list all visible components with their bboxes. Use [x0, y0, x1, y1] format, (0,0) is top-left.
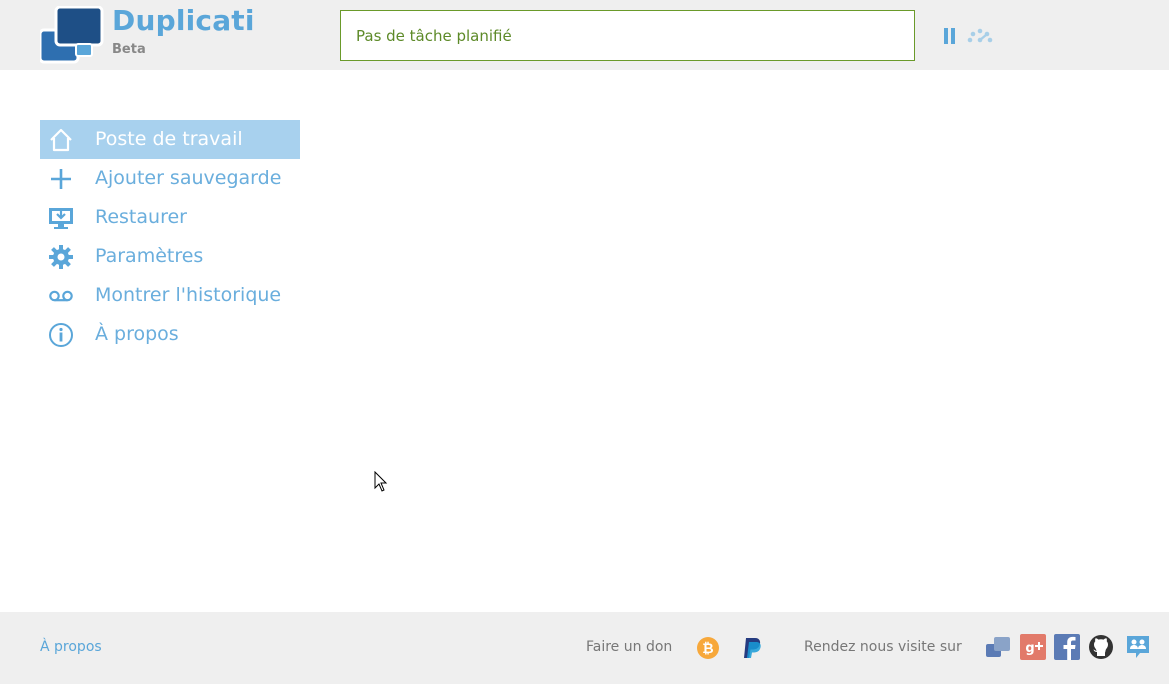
status-text: Pas de tâche planifié — [356, 27, 512, 45]
svg-text:₿: ₿ — [702, 641, 713, 657]
nav-item-label: À propos — [95, 323, 179, 345]
app-title: Duplicati — [112, 4, 255, 37]
sidebar-nav: Poste de travail Ajouter sauvegarde Rest… — [40, 120, 300, 354]
duplicati-forum-icon[interactable] — [985, 634, 1011, 660]
facebook-icon[interactable] — [1054, 634, 1080, 660]
nav-item-home[interactable]: Poste de travail — [40, 120, 300, 159]
main-content: Poste de travail Ajouter sauvegarde Rest… — [0, 70, 1169, 612]
home-icon — [50, 128, 72, 152]
nav-item-history[interactable]: Montrer l'historique — [40, 276, 300, 315]
footer-about-link[interactable]: À propos — [40, 639, 102, 655]
info-icon — [49, 323, 73, 347]
gear-icon — [49, 245, 73, 269]
footer-donate-label: Faire un don — [586, 639, 673, 655]
nav-item-label: Ajouter sauvegarde — [95, 167, 282, 189]
nav-item-restore[interactable]: Restaurer — [40, 198, 300, 237]
throttle-icon[interactable] — [965, 26, 995, 46]
github-icon[interactable] — [1088, 634, 1114, 660]
duplicati-logo-icon[interactable] — [40, 6, 104, 64]
nav-item-settings[interactable]: Paramètres — [40, 237, 300, 276]
google-plus-icon[interactable]: g — [1020, 634, 1046, 660]
mouse-cursor-icon — [374, 471, 388, 492]
plus-icon — [51, 169, 71, 189]
voicemail-icon — [49, 290, 73, 302]
nav-item-label: Montrer l'historique — [95, 284, 282, 306]
paypal-icon[interactable] — [740, 636, 764, 660]
status-box[interactable]: Pas de tâche planifié — [340, 10, 915, 61]
nav-item-label: Paramètres — [95, 245, 204, 267]
bitcoin-icon[interactable]: ₿ — [696, 636, 720, 660]
user-group-icon[interactable] — [1125, 634, 1151, 660]
app-subtitle: Beta — [112, 42, 146, 57]
restore-icon — [49, 208, 73, 229]
pause-icon[interactable] — [940, 26, 960, 46]
header: Duplicati Beta Pas de tâche planifié — [0, 0, 1169, 70]
nav-item-label: Poste de travail — [95, 128, 243, 150]
nav-item-label: Restaurer — [95, 206, 187, 228]
footer-visit-label: Rendez nous visite sur — [804, 639, 962, 655]
nav-item-add-backup[interactable]: Ajouter sauvegarde — [40, 159, 300, 198]
footer: À propos Faire un don ₿ Rendez nous visi… — [0, 612, 1169, 684]
nav-item-about[interactable]: À propos — [40, 315, 300, 354]
svg-text:g: g — [1025, 641, 1034, 656]
